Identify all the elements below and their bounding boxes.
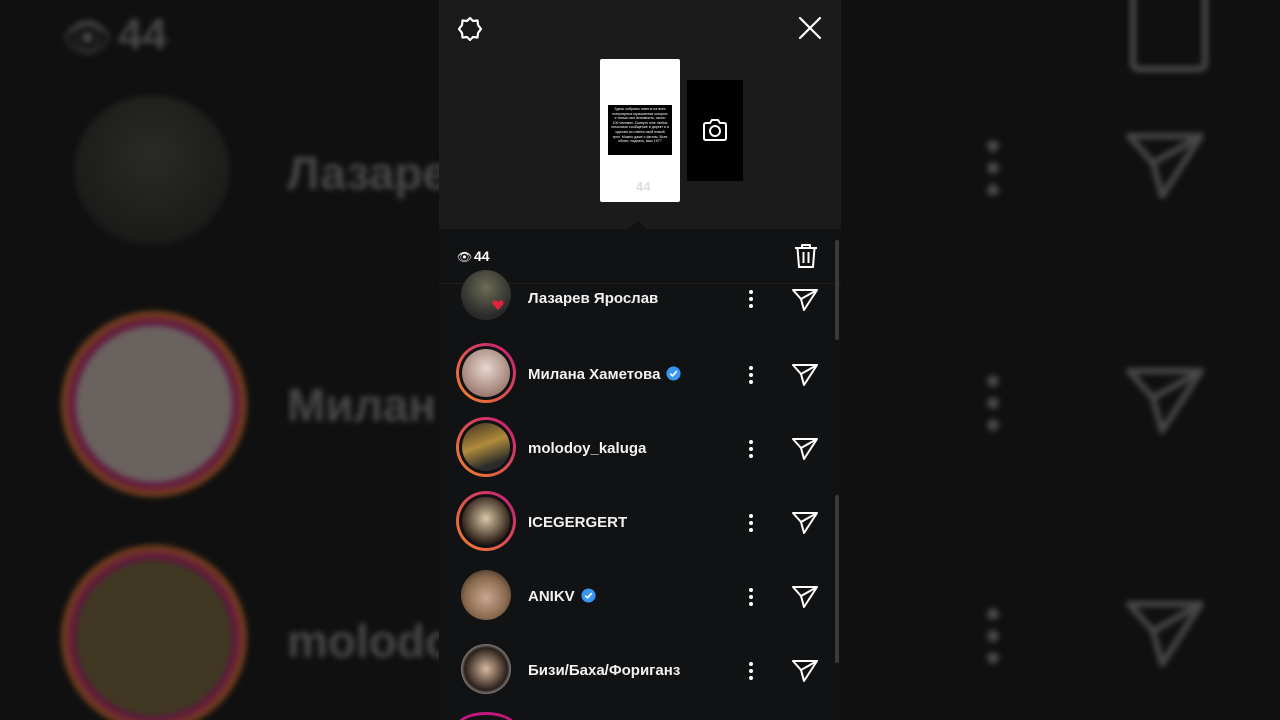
avatar[interactable] (456, 639, 516, 699)
send-message-icon[interactable] (792, 584, 818, 610)
send-message-icon[interactable] (792, 436, 818, 462)
send-message-icon[interactable] (792, 362, 818, 388)
viewer-row[interactable]: ICEGERGERT (439, 484, 841, 558)
send-message-icon[interactable] (792, 510, 818, 536)
avatar[interactable] (456, 265, 516, 325)
viewer-row[interactable]: Милана Хаметова (439, 336, 841, 410)
bg-avatar-1 (74, 95, 230, 245)
bg-view-count: 44 (118, 10, 167, 59)
scrollbar-top[interactable] (835, 240, 839, 340)
bg-more-icon-3 (987, 608, 999, 674)
more-options-icon[interactable] (748, 514, 754, 535)
camera-icon (703, 119, 727, 141)
verified-badge-icon (666, 366, 681, 381)
more-options-icon[interactable] (748, 662, 754, 683)
bg-name-2: Милан (287, 379, 437, 431)
viewer-name[interactable]: Милана Хаметова (528, 366, 681, 383)
bg-more-icon-2 (987, 375, 999, 441)
viewer-name[interactable]: Лазарев Ярослав (528, 290, 658, 307)
bg-send-icon-2 (1126, 368, 1204, 434)
viewer-name[interactable]: molodoy_kaluga (528, 440, 646, 457)
bg-eye-icon: 👁 (62, 16, 113, 60)
settings-gear-icon[interactable] (457, 16, 483, 42)
viewer-row[interactable]: Лазарев Ярослав (439, 262, 841, 336)
send-message-icon[interactable] (792, 658, 818, 684)
scrollbar-thumb[interactable] (835, 495, 839, 663)
bg-send-icon-3 (1126, 601, 1204, 667)
avatar[interactable] (456, 565, 516, 625)
send-message-icon[interactable] (792, 287, 818, 313)
bg-name-3: molodo (287, 615, 454, 667)
story-thumbnail[interactable]: Здесь собраны ответы на всех популярных … (600, 59, 680, 202)
close-icon[interactable] (797, 15, 823, 41)
more-options-icon[interactable] (748, 290, 754, 311)
viewer-row[interactable]: ANIKV (439, 558, 841, 632)
story-thumbnail-count: 44 (636, 179, 651, 194)
bg-avatar-2 (56, 306, 252, 502)
avatar[interactable] (456, 491, 516, 551)
viewer-row[interactable]: molodoy_kaluga (439, 410, 841, 484)
selected-story-pointer (629, 221, 647, 229)
bg-name-1: Лазаре (287, 147, 449, 199)
viewer-row[interactable]: Бизи/Баха/Фориганз (439, 632, 841, 706)
avatar[interactable] (456, 343, 516, 403)
more-options-icon[interactable] (748, 440, 754, 461)
avatar[interactable] (456, 417, 516, 477)
viewer-name[interactable]: ICEGERGERT (528, 514, 627, 531)
verified-badge-icon (581, 588, 596, 603)
bg-trash-icon (1130, 0, 1208, 72)
story-viewers-panel: Здесь собраны ответы на всех популярных … (439, 0, 841, 720)
bg-send-icon-1 (1126, 133, 1204, 199)
viewer-name[interactable]: Бизи/Баха/Фориганз (528, 662, 680, 679)
bg-avatar-3 (56, 540, 252, 720)
heart-icon (492, 300, 504, 310)
bg-more-icon-1 (987, 140, 999, 206)
next-viewer-avatar-peek (456, 712, 516, 720)
story-preview-area: Здесь собраны ответы на всех популярных … (439, 0, 841, 229)
more-options-icon[interactable] (748, 366, 754, 387)
add-story-camera-button[interactable] (687, 80, 743, 181)
viewer-name[interactable]: ANIKV (528, 588, 596, 605)
story-thumbnail-text: Здесь собраны ответы на всех популярных … (608, 105, 672, 155)
more-options-icon[interactable] (748, 588, 754, 609)
